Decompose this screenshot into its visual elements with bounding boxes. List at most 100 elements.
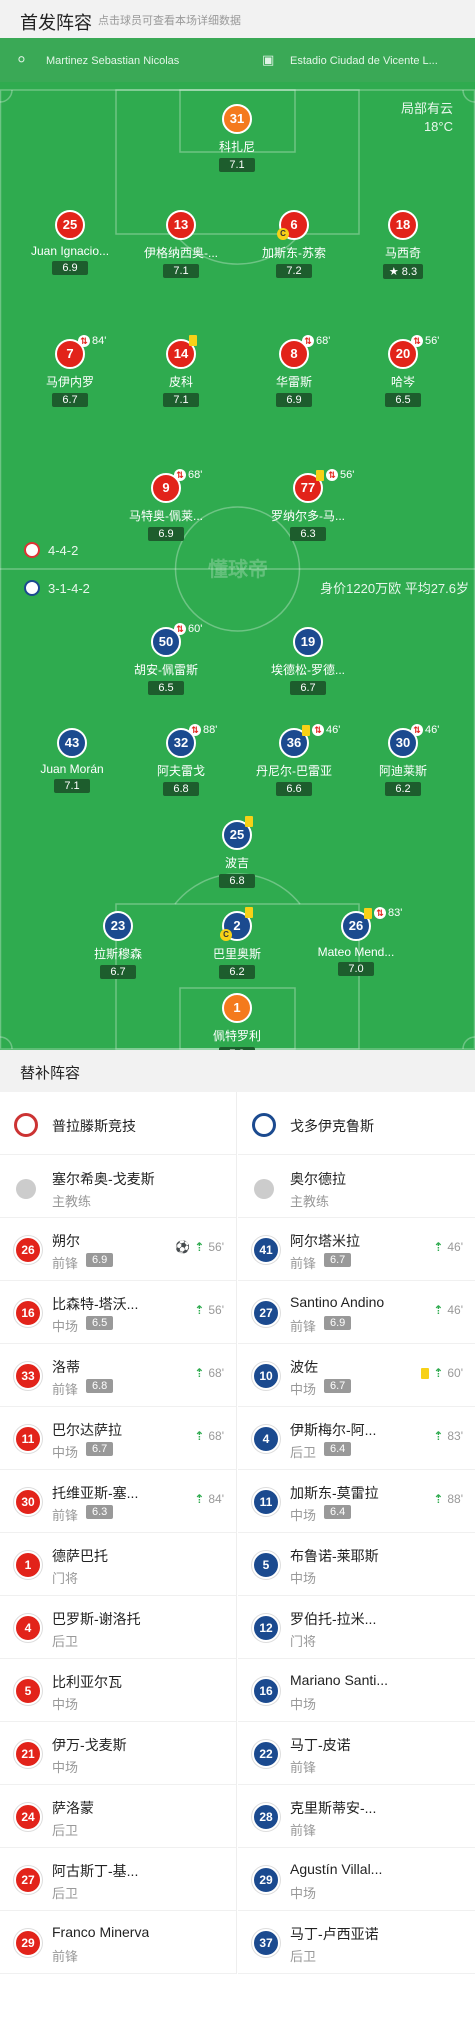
event-minute: 88': [203, 724, 218, 736]
player-rating: 6.7: [52, 393, 88, 407]
event-minute: 68': [188, 469, 203, 481]
player-name: Mateo Mend...: [317, 945, 395, 959]
home-sub-row[interactable]: 11 巴尔达萨拉 中场 6.7 ⇡ 68': [0, 1407, 236, 1470]
player-rating: 6.5: [148, 681, 184, 695]
away-sub-row[interactable]: 16 Mariano Santi... 中场: [238, 1659, 475, 1722]
player-events: ⇅ 68': [302, 335, 330, 347]
home-sub-row[interactable]: 1 德萨巴托 门将: [0, 1533, 236, 1596]
away-formation-label: 3-1-4-2: [48, 580, 90, 596]
home-sub-row[interactable]: 26 朔尔 前锋 6.9 ⚽ ⇡ 56': [0, 1218, 236, 1281]
sub-name: 罗伯托-拉米...: [290, 1611, 377, 1627]
home-subs-column: 普拉滕斯竞技 塞尔希奥-戈麦斯 主教练 26 朔尔 前锋 6.9 ⚽ ⇡ 56' 16 比森特-…: [0, 1092, 237, 1974]
home-player[interactable]: 18 马西奇 ★ 8.3: [333, 210, 473, 280]
sub-position: 后卫: [290, 1445, 317, 1460]
sub-rating: 6.7: [86, 1442, 114, 1456]
player-events: ⇅ 88': [189, 724, 217, 736]
yellow-card-icon: [245, 816, 253, 827]
player-rating: ★ 8.3: [382, 264, 424, 279]
sub-number-badge: 16: [14, 1299, 42, 1327]
sub-position: 后卫: [52, 1886, 79, 1901]
yellow-card-icon: [245, 907, 253, 918]
sub-name: 朔尔: [52, 1233, 80, 1249]
sub-name: 克里斯蒂安-...: [290, 1800, 377, 1816]
away-sub-row[interactable]: 11 加斯东-莫雷拉 中场 6.4 ⇡ 88': [238, 1470, 475, 1533]
home-sub-row[interactable]: 33 洛蒂 前锋 6.8 ⇡ 68': [0, 1344, 236, 1407]
home-player[interactable]: 9 ⇅ 68' 马特奥-佩莱... 6.9: [96, 469, 236, 542]
sub-position: 中场: [52, 1445, 79, 1460]
substitution-icon: ⇅: [189, 724, 201, 736]
home-sub-row[interactable]: 16 比森特-塔沃... 中场 6.5 ⇡ 56': [0, 1281, 236, 1344]
home-sub-row[interactable]: 29 Franco Minerva 前锋: [0, 1911, 236, 1974]
sub-events: ⇡ 46': [433, 1303, 463, 1317]
away-player[interactable]: 50 ⇅ 60' 胡安-佩雷斯 6.5: [96, 623, 236, 696]
lineup-header: 首发阵容 点击球员可查看本场详细数据: [0, 0, 475, 38]
away-subs-column: 戈多伊克鲁斯 奥尔德拉 主教练 41 阿尔塔米拉 前锋 6.7 ⇡ 46' 27 Santin…: [238, 1092, 475, 1974]
home-team-row[interactable]: 普拉滕斯竞技: [0, 1092, 236, 1155]
player-rating: 7.1: [54, 779, 90, 793]
away-team-row[interactable]: 戈多伊克鲁斯: [238, 1092, 475, 1155]
player-rating: 6.7: [290, 681, 326, 695]
away-sub-row[interactable]: 41 阿尔塔米拉 前锋 6.7 ⇡ 46': [238, 1218, 475, 1281]
away-sub-row[interactable]: 27 Santino Andino 前锋 6.9 ⇡ 46': [238, 1281, 475, 1344]
yellow-card-icon: [302, 724, 310, 736]
away-sub-row[interactable]: 12 罗伯托-拉米... 门将: [238, 1596, 475, 1659]
yellow-card-icon: [364, 907, 372, 919]
sub-number-badge: 37: [252, 1929, 280, 1957]
substitution-icon: ⇅: [312, 724, 324, 736]
sub-in-icon: ⇡: [194, 1240, 205, 1254]
away-sub-row[interactable]: 4 伊斯梅尔-阿... 后卫 6.4 ⇡ 83': [238, 1407, 475, 1470]
substitution-icon: ⇅: [326, 469, 338, 481]
home-sub-row[interactable]: 24 萨洛蒙 后卫: [0, 1785, 236, 1848]
home-coach-row[interactable]: 塞尔希奥-戈麦斯 主教练: [0, 1155, 236, 1218]
away-player[interactable]: 25 波吉 6.8: [167, 816, 307, 889]
player-name: 波吉: [224, 856, 249, 870]
sub-position: 前锋: [290, 1256, 317, 1271]
sub-rating: 6.5: [86, 1316, 114, 1330]
player-rating: 6.8: [219, 874, 255, 888]
sub-position: 中场: [52, 1697, 79, 1712]
stadium-icon: ▣: [262, 52, 275, 67]
home-sub-row[interactable]: 5 比利亚尔瓦 中场: [0, 1659, 236, 1722]
captain-icon: C: [277, 228, 289, 240]
away-sub-row[interactable]: 28 克里斯蒂安-... 前锋: [238, 1785, 475, 1848]
substitution-icon: ⇅: [374, 907, 386, 919]
away-sub-row[interactable]: 10 波佐 中场 6.7 ⇡ 60': [238, 1344, 475, 1407]
event-minute: 84': [92, 335, 107, 347]
away-player[interactable]: 1佩特罗利7.8: [167, 993, 307, 1050]
away-coach-row[interactable]: 奥尔德拉 主教练: [238, 1155, 475, 1218]
home-player[interactable]: 31 科扎尼 7.1: [167, 104, 307, 173]
away-player[interactable]: 30 ⇅ 46' 阿迪莱斯 6.2: [333, 724, 473, 797]
sub-name: Agustín Villal...: [290, 1861, 383, 1877]
home-player[interactable]: 20 ⇅ 56' 哈岑 6.5: [333, 335, 473, 408]
home-sub-row[interactable]: 27 阿古斯丁-基... 后卫: [0, 1848, 236, 1911]
away-sub-row[interactable]: 29 Agustín Villal... 中场: [238, 1848, 475, 1911]
sub-events: ⇡ 83': [433, 1429, 463, 1443]
sub-position: 中场: [290, 1382, 317, 1397]
home-sub-row[interactable]: 30 托维亚斯-塞... 前锋 6.3 ⇡ 84': [0, 1470, 236, 1533]
player-rating: 6.2: [219, 965, 255, 979]
sub-in-icon: ⇡: [194, 1303, 205, 1317]
away-player[interactable]: 19 埃德松-罗德... 6.7: [238, 627, 378, 696]
sub-minute: 46': [447, 1240, 463, 1254]
away-sub-row[interactable]: 37 马丁-卢西亚诺 后卫: [238, 1911, 475, 1974]
player-events: ⇅ 68': [174, 469, 202, 481]
stadium-name: Estadio Ciudad de Vicente L...: [290, 55, 438, 67]
event-minute: 56': [340, 469, 355, 481]
player-number-badge: 43: [57, 728, 87, 758]
sub-name: 马丁-皮诺: [290, 1737, 351, 1753]
sub-position: 中场: [290, 1508, 317, 1523]
sub-number-badge: 12: [252, 1614, 280, 1642]
sub-position: 后卫: [52, 1634, 79, 1649]
sub-name: 波佐: [290, 1359, 318, 1375]
match-info-bar: ⚪ Martinez Sebastian Nicolas ▣ Estadio C…: [0, 38, 475, 82]
sub-number-badge: 29: [14, 1929, 42, 1957]
away-sub-row[interactable]: 22 马丁-皮诺 前锋: [238, 1722, 475, 1785]
home-sub-row[interactable]: 21 伊万-戈麦斯 中场: [0, 1722, 236, 1785]
away-player[interactable]: 26 ⇅ 83' Mateo Mend... 7.0: [286, 907, 426, 977]
away-sub-row[interactable]: 5 布鲁诺-莱耶斯 中场: [238, 1533, 475, 1596]
home-sub-row[interactable]: 4 巴罗斯-谢洛托 后卫: [0, 1596, 236, 1659]
player-rating: 7.1: [163, 264, 199, 278]
player-rating: 6.7: [100, 965, 136, 979]
home-team-name: 普拉滕斯竞技: [52, 1118, 136, 1134]
home-player[interactable]: 77 ⇅ 56' 罗纳尔多-马... 6.3: [238, 469, 378, 542]
